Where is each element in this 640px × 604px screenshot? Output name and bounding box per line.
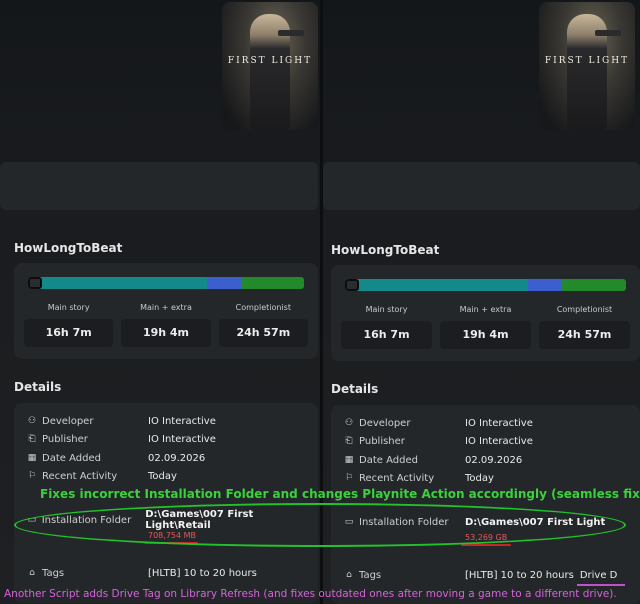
publisher-value[interactable]: IO Interactive	[148, 434, 216, 445]
recent-activity-value: Today	[148, 470, 177, 482]
tag-icon: ⌂	[29, 568, 35, 578]
publisher-row[interactable]: ⎗ Publisher IO Interactive	[331, 432, 640, 450]
cover-gun	[278, 30, 304, 36]
main-extra-label: Main + extra	[140, 303, 192, 312]
completionist-column: Completionist 24h 57m	[539, 305, 630, 349]
cover-title: FIRST LIGHT	[544, 56, 630, 66]
bar-main-extra	[207, 277, 241, 289]
developer-value[interactable]: IO Interactive	[148, 416, 216, 427]
main-extra-column: Main + extra 19h 4m	[440, 305, 531, 349]
pin-icon: ⚐	[344, 473, 354, 483]
publisher-row[interactable]: ⎗ Publisher IO Interactive	[14, 430, 318, 448]
tag-icon: ⌂	[346, 570, 352, 580]
empty-card	[0, 162, 318, 210]
people-icon: ⚇	[344, 418, 354, 428]
main-story-time: 16h 7m	[341, 321, 432, 349]
completionist-time: 24h 57m	[218, 319, 308, 347]
date-added-value: 02.09.2026	[148, 452, 206, 464]
tags-label: Tags	[359, 569, 382, 581]
bar-main-story	[345, 279, 528, 291]
calendar-icon: ▦	[344, 455, 354, 465]
publisher-label: Publisher	[42, 433, 88, 445]
hltb-title: HowLongToBeat	[331, 243, 440, 257]
recent-activity-label: Recent Activity	[359, 472, 435, 484]
calendar-icon: ▦	[27, 453, 37, 463]
people-icon: ⚇	[27, 416, 37, 426]
date-added-row: ▦ Date Added 02.09.2026	[331, 451, 640, 469]
recent-activity-label: Recent Activity	[42, 470, 118, 482]
main-story-column: Main story 16h 7m	[24, 303, 114, 347]
publisher-value[interactable]: IO Interactive	[465, 436, 533, 447]
developer-label: Developer	[359, 417, 411, 429]
main-story-column: Main story 16h 7m	[341, 305, 432, 349]
date-added-value: 02.09.2026	[465, 454, 523, 466]
main-extra-time: 19h 4m	[440, 321, 531, 349]
developer-row[interactable]: ⚇ Developer IO Interactive	[14, 412, 318, 430]
bar-completionist	[240, 277, 304, 289]
bar-main-extra	[527, 279, 562, 291]
game-cover-image[interactable]: FIRST LIGHT	[539, 2, 635, 130]
bar-knob	[345, 279, 359, 291]
date-added-row: ▦ Date Added 02.09.2026	[14, 449, 318, 467]
annotation-ellipse	[14, 503, 626, 547]
recent-activity-value: Today	[465, 472, 494, 484]
drive-tag-underline	[577, 584, 625, 586]
completionist-label: Completionist	[235, 303, 291, 312]
document-icon: ⎗	[345, 436, 353, 446]
annotation-top-caption: Fixes incorrect Installation Folder and …	[40, 487, 640, 501]
developer-label: Developer	[42, 415, 94, 427]
bar-knob	[28, 277, 42, 289]
developer-row[interactable]: ⚇ Developer IO Interactive	[331, 414, 640, 432]
empty-card	[323, 162, 640, 210]
hltb-progress-bar	[28, 277, 304, 289]
date-added-label: Date Added	[42, 452, 101, 464]
pin-icon: ⚐	[27, 471, 37, 481]
cover-gun	[595, 30, 621, 36]
developer-value[interactable]: IO Interactive	[465, 418, 533, 429]
main-extra-time: 19h 4m	[121, 319, 211, 347]
completionist-column: Completionist 24h 57m	[218, 303, 308, 347]
size-underline	[461, 544, 511, 546]
hltb-card: Main story 16h 7m Main + extra 19h 4m Co…	[331, 265, 640, 361]
completionist-label: Completionist	[556, 305, 613, 314]
main-extra-column: Main + extra 19h 4m	[121, 303, 211, 347]
tags-row: ⌂ Tags [HLTB] 10 to 20 hours Drive D	[331, 566, 640, 584]
hltb-card: Main story 16h 7m Main + extra 19h 4m Co…	[14, 263, 318, 359]
tags-value[interactable]: [HLTB] 10 to 20 hours	[465, 570, 574, 581]
main-extra-label: Main + extra	[459, 305, 512, 314]
tags-label: Tags	[42, 567, 65, 579]
document-icon: ⎗	[28, 434, 36, 444]
bar-main-story	[28, 277, 208, 289]
details-title: Details	[14, 380, 62, 394]
date-added-label: Date Added	[359, 454, 418, 466]
main-story-label: Main story	[365, 305, 408, 314]
bar-completionist	[561, 279, 626, 291]
publisher-label: Publisher	[359, 435, 405, 447]
recent-activity-row: ⚐ Recent Activity Today	[14, 467, 318, 485]
drive-tag[interactable]: Drive D	[580, 570, 618, 581]
tags-row: ⌂ Tags [HLTB] 10 to 20 hours	[14, 564, 318, 582]
main-story-time: 16h 7m	[24, 319, 114, 347]
hltb-title: HowLongToBeat	[14, 241, 123, 255]
annotation-bottom-caption: Another Script adds Drive Tag on Library…	[4, 588, 617, 600]
recent-activity-row: ⚐ Recent Activity Today	[331, 469, 640, 487]
tags-value[interactable]: [HLTB] 10 to 20 hours	[148, 568, 257, 579]
cover-title: FIRST LIGHT	[227, 56, 313, 66]
main-story-label: Main story	[47, 303, 90, 312]
details-title: Details	[331, 382, 379, 396]
hltb-progress-bar	[345, 279, 626, 291]
completionist-time: 24h 57m	[539, 321, 630, 349]
game-cover-image[interactable]: FIRST LIGHT	[222, 2, 318, 130]
